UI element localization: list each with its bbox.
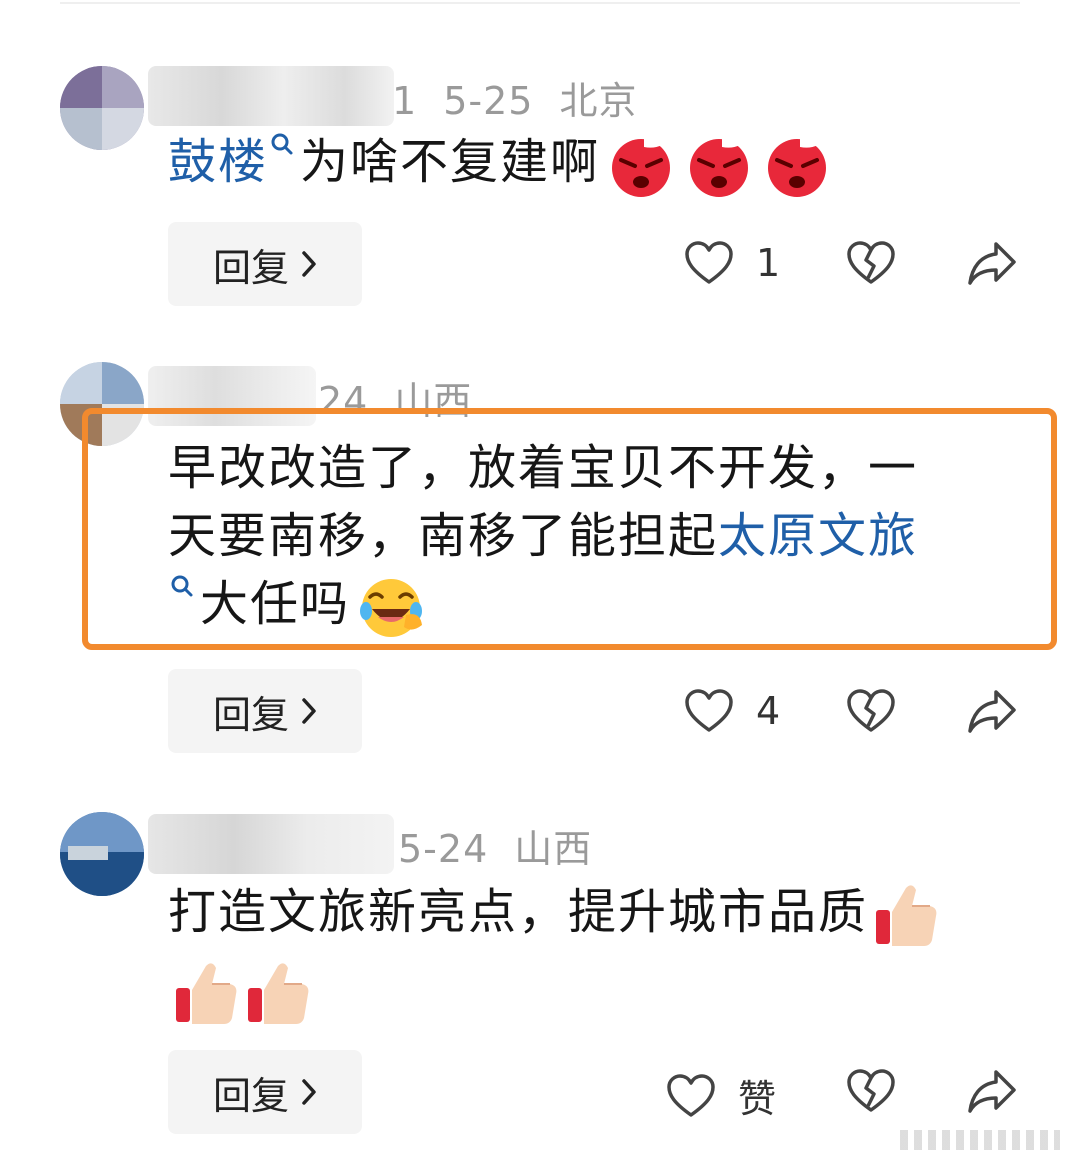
comment-location: 山西	[514, 827, 593, 871]
chevron-right-icon	[302, 1079, 316, 1105]
thumbs-up-emoji	[248, 963, 309, 1024]
comment-text: 打造文旅新亮点，提升城市品质	[168, 884, 869, 940]
keyword-link[interactable]: 鼓楼	[168, 134, 268, 190]
reply-button[interactable]: 回复	[168, 669, 362, 753]
heart-outline-icon	[667, 1073, 715, 1117]
comment-text: 为啥不复建啊	[300, 134, 601, 190]
like-label: 赞	[738, 1077, 777, 1121]
thumbs-up-emoji	[176, 963, 237, 1024]
like-button[interactable]: 1	[684, 240, 780, 286]
top-divider	[60, 2, 1020, 4]
username-tail: 1	[392, 79, 418, 123]
heart-outline-icon	[685, 241, 733, 284]
broken-heart-icon	[847, 241, 895, 284]
angry-face-emoji	[768, 136, 827, 197]
username-blurred[interactable]	[148, 814, 394, 874]
reply-button[interactable]: 回复	[168, 1050, 362, 1134]
comment-location: 北京	[559, 79, 638, 123]
comment-text-line-1: 打造文旅新亮点，提升城市品质	[168, 878, 998, 950]
chevron-right-icon	[302, 251, 316, 277]
watermark	[900, 1130, 1060, 1150]
dislike-button[interactable]	[846, 240, 896, 286]
comment-text-line-2	[168, 956, 998, 1028]
avatar[interactable]	[60, 812, 144, 896]
share-arrow-icon	[968, 242, 1016, 285]
angry-face-emoji	[612, 136, 671, 197]
chevron-right-icon	[302, 698, 316, 724]
reply-label: 回复	[212, 245, 289, 290]
thumbs-up-emoji	[876, 885, 937, 946]
share-arrow-icon	[968, 1070, 1016, 1113]
comment-body: 打造文旅新亮点，提升城市品质	[168, 878, 998, 1028]
share-button[interactable]	[966, 1068, 1018, 1114]
comment-meta: 1 5-25 北京	[392, 70, 637, 125]
heart-outline-icon	[685, 689, 733, 732]
dislike-button[interactable]	[846, 1068, 896, 1114]
like-count: 1	[756, 241, 781, 285]
like-button[interactable]: 赞	[666, 1068, 776, 1123]
username-blurred[interactable]	[148, 66, 394, 126]
broken-heart-icon	[847, 689, 895, 732]
comment-body: 鼓楼 为啥不复建啊	[168, 128, 998, 198]
avatar[interactable]	[60, 66, 144, 150]
dislike-button[interactable]	[846, 688, 896, 734]
comment-date: 5-24	[398, 827, 489, 871]
comment-list-page: 1 5-25 北京 鼓楼 为啥不复建啊 回复 1 24 山西 早改改造了，放着宝…	[0, 0, 1080, 1160]
share-arrow-icon	[968, 690, 1016, 733]
reply-label: 回复	[212, 1073, 289, 1118]
broken-heart-icon	[847, 1069, 895, 1112]
like-button[interactable]: 4	[684, 688, 780, 734]
reply-label: 回复	[212, 692, 289, 737]
share-button[interactable]	[966, 688, 1018, 734]
like-count: 4	[756, 689, 781, 733]
reply-button[interactable]: 回复	[168, 222, 362, 306]
search-mini-icon[interactable]	[270, 132, 294, 162]
highlight-annotation-box	[82, 408, 1057, 650]
comment-date: 5-25	[443, 79, 534, 123]
angry-face-emoji	[690, 136, 749, 197]
share-button[interactable]	[966, 240, 1018, 286]
comment-meta: 5-24 山西	[398, 818, 592, 873]
